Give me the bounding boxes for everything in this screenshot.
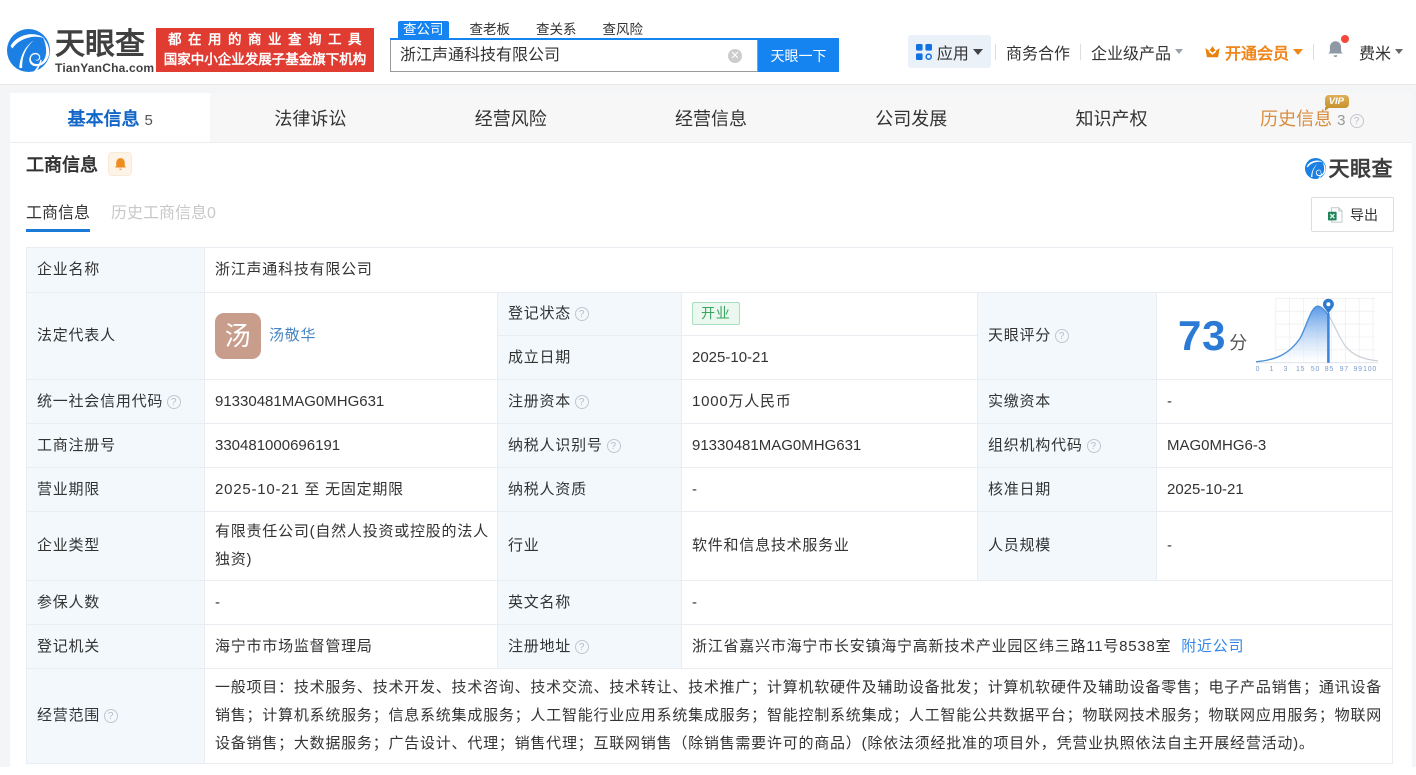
svg-text:50: 50 [1311, 366, 1320, 373]
svg-text:100: 100 [1363, 366, 1377, 373]
svg-text:0: 0 [1256, 366, 1260, 373]
svg-text:97: 97 [1340, 366, 1349, 373]
svg-text:99: 99 [1354, 366, 1363, 373]
svg-text:1: 1 [1270, 366, 1275, 373]
svg-text:15: 15 [1296, 366, 1305, 373]
svg-text:85: 85 [1325, 366, 1334, 373]
svg-text:3: 3 [1283, 366, 1288, 373]
